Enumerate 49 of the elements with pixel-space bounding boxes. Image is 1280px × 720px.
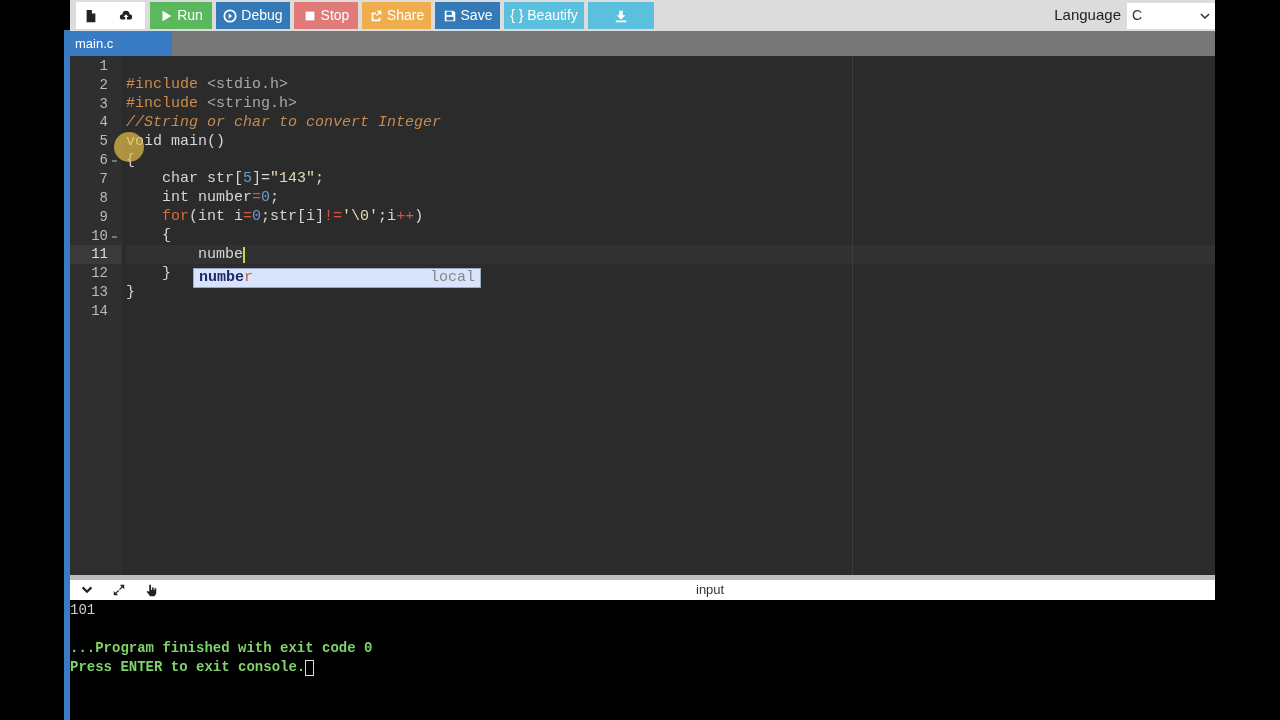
circle-play-icon xyxy=(223,8,238,23)
code-line: numbe xyxy=(197,245,244,264)
fold-marker-icon[interactable] xyxy=(112,160,117,163)
line-number: 12 xyxy=(91,264,108,284)
hand-pointer-icon[interactable] xyxy=(144,583,158,597)
expand-icon[interactable] xyxy=(112,583,126,597)
code-line: } xyxy=(126,283,135,302)
line-number: 11 xyxy=(91,245,108,265)
file-tab[interactable]: main.c xyxy=(70,31,172,56)
fold-marker-icon[interactable] xyxy=(112,235,117,238)
console-message: ...Program finished with exit code 0 xyxy=(70,639,373,658)
console-output: 101 xyxy=(70,601,96,620)
language-label: Language xyxy=(1054,5,1121,26)
code-line: #include <string.h> xyxy=(126,95,298,114)
language-select[interactable]: C xyxy=(1127,2,1215,29)
code-line: #include <stdio.h> xyxy=(126,76,289,95)
code-line: char str[5]="143"; xyxy=(161,170,325,189)
line-number: 14 xyxy=(91,301,108,321)
code-line: //String or char to convert Integer xyxy=(126,113,442,132)
line-number: 3 xyxy=(99,94,108,114)
code-line: } xyxy=(161,264,171,283)
line-number: 2 xyxy=(99,75,108,95)
line-number: 5 xyxy=(99,132,108,152)
line-number: 9 xyxy=(99,207,108,227)
cloud-upload-icon xyxy=(118,8,133,23)
toolbar-button[interactable]: Run xyxy=(150,2,212,29)
line-number: 4 xyxy=(99,113,108,133)
icon-button[interactable] xyxy=(106,2,145,29)
console-message: Press ENTER to exit console. xyxy=(70,658,306,677)
autocomplete-suggestion[interactable]: number local xyxy=(193,268,481,288)
code-line: { xyxy=(161,227,171,245)
toolbar-button[interactable]: Save xyxy=(435,2,500,29)
line-number: 1 xyxy=(99,56,108,76)
icon-button[interactable] xyxy=(76,2,106,29)
line-number: 8 xyxy=(99,188,108,208)
toolbar-button[interactable]: Debug xyxy=(216,2,290,29)
code-line: int number=0; xyxy=(161,189,280,208)
line-number: 7 xyxy=(99,170,108,189)
code-line: for(int i=0;str[i]!='\0';i++) xyxy=(161,208,424,227)
line-number: 13 xyxy=(91,283,108,303)
download-icon xyxy=(614,8,628,23)
line-number: 6 xyxy=(99,151,108,171)
toolbar-button[interactable]: Stop xyxy=(294,2,358,29)
file-icon xyxy=(84,8,98,23)
input-label[interactable]: input xyxy=(696,580,725,600)
text-cursor xyxy=(243,246,246,263)
line-number: 10 xyxy=(91,226,108,246)
chevron-down-icon xyxy=(1200,12,1210,19)
console-cursor xyxy=(305,659,315,676)
